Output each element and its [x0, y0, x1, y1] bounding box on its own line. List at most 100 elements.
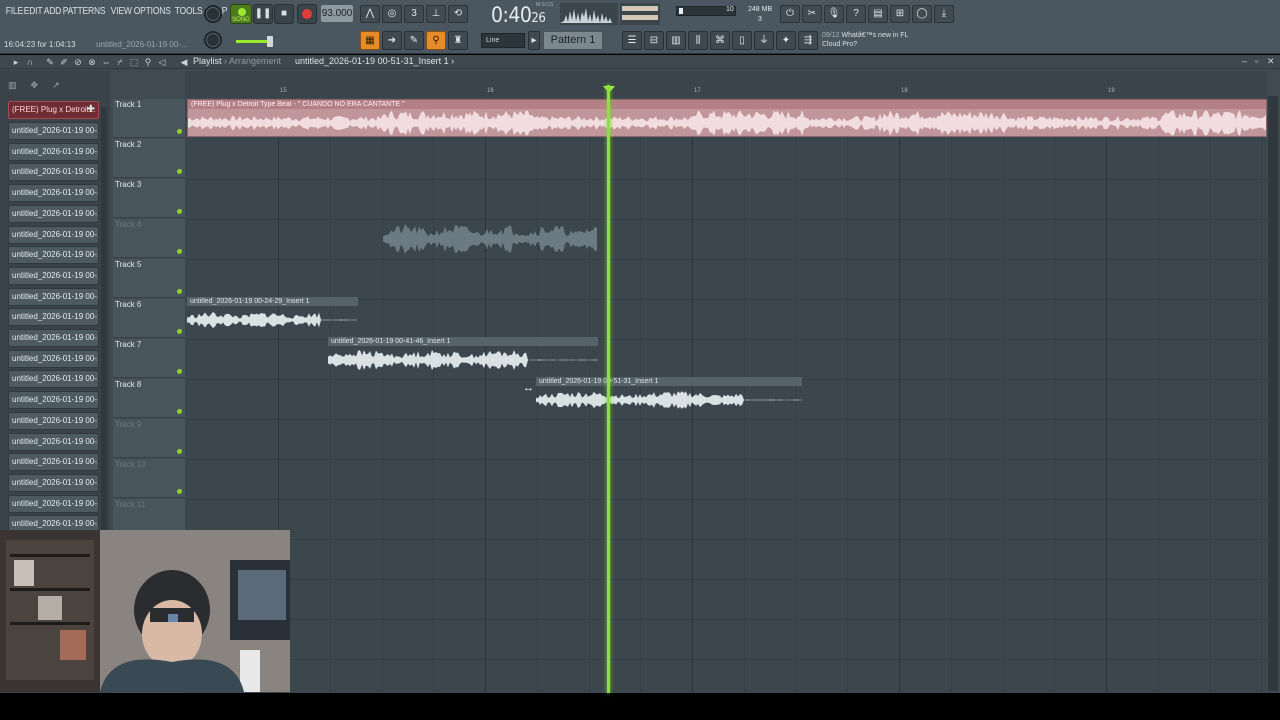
tempo-display[interactable]: 93.000	[321, 5, 353, 22]
track-mute-led[interactable]	[177, 169, 182, 174]
piano-roll-button[interactable]: ▥	[666, 31, 686, 50]
track-mute-led[interactable]	[177, 409, 182, 414]
playlist-scrollbar[interactable]	[1268, 96, 1278, 691]
patterns-tab-icon[interactable]: ▥	[8, 80, 17, 91]
slip-tool-icon[interactable]: ⇔	[100, 56, 112, 68]
stamp-button[interactable]: ♜	[448, 31, 468, 50]
picker-item[interactable]: untitled_2026-01-19 00-...	[8, 349, 99, 368]
automation-tab-icon[interactable]: ↗	[52, 80, 60, 91]
track-mute-led[interactable]	[177, 209, 182, 214]
draw-button[interactable]: ✎	[404, 31, 424, 50]
track-mute-led[interactable]	[177, 289, 182, 294]
plug-button[interactable]: ⏚	[754, 31, 774, 50]
channel-button[interactable]: ⌘	[710, 31, 730, 50]
audio-clip-track8[interactable]: untitled_2026-01-19 00-51-31_Insert 1	[536, 377, 802, 415]
playlist-toggle-button[interactable]: ▦	[360, 31, 380, 50]
playhead[interactable]	[607, 85, 610, 693]
slice-tool-icon[interactable]: ⌿	[114, 56, 126, 68]
mixer-view-button[interactable]: ⫼	[688, 31, 708, 50]
countdown-button[interactable]: 3	[404, 5, 424, 23]
track-mute-led[interactable]	[177, 449, 182, 454]
pattern-prev-button[interactable]: ▸	[528, 31, 540, 50]
arrow-button[interactable]: ➜	[382, 31, 402, 50]
maximize-icon[interactable]: ▫	[1255, 56, 1258, 66]
play-pause-button[interactable]: ❚❚	[253, 4, 273, 24]
pattern-picker-button[interactable]: ⇶	[798, 31, 818, 50]
track-header[interactable]: Track 4	[113, 219, 185, 258]
stop-button[interactable]: ■	[274, 4, 294, 24]
current-clip-name[interactable]: untitled_2026-01-19 00-51-31_Insert 1 ›	[295, 56, 454, 66]
mute-tool-icon[interactable]: ⊗	[86, 56, 98, 68]
track-header[interactable]: Track 6	[113, 299, 185, 338]
plugin-button[interactable]: ▯	[732, 31, 752, 50]
browser-button[interactable]: ☰	[622, 31, 642, 50]
picker-item[interactable]: untitled_2026-01-19 00-...	[8, 225, 99, 244]
record-button[interactable]	[297, 4, 317, 24]
menu-tools[interactable]: TOOLS	[173, 6, 204, 17]
download-button[interactable]: ⤓	[934, 5, 954, 23]
playlist-grid[interactable]: (FREE) Plug x Detroit Type Beat - " CUAN…	[185, 99, 1267, 693]
picker-item[interactable]: untitled_2026-01-19 00-...	[8, 453, 99, 472]
picker-item[interactable]: untitled_2026-01-19 00-...	[8, 473, 99, 492]
help-button[interactable]: ?	[846, 5, 866, 23]
picker-item[interactable]: untitled_2026-01-19 00-...	[8, 246, 99, 265]
track-header[interactable]: Track 8	[113, 379, 185, 418]
picker-item[interactable]: untitled_2026-01-19 00-...	[8, 142, 99, 161]
minimize-icon[interactable]: –	[1242, 56, 1247, 66]
picker-item[interactable]: untitled_2026-01-19 00-...	[8, 329, 99, 347]
step-edit-button[interactable]: ⊥	[426, 5, 446, 23]
menu-view[interactable]: VIEW	[109, 6, 133, 17]
snap-select[interactable]: Line	[481, 33, 525, 48]
pencil-tool-icon[interactable]: ✎	[44, 56, 56, 68]
loop-record-button[interactable]: ⟲	[448, 5, 468, 23]
track-header[interactable]: Track 10	[113, 459, 185, 498]
zoom-tool-icon[interactable]: ⚲	[142, 56, 154, 68]
master-pitch-knob[interactable]	[204, 31, 222, 49]
picker-item[interactable]: untitled_2026-01-19 00-...	[8, 122, 99, 140]
delete-tool-icon[interactable]: ⊘	[72, 56, 84, 68]
mixer-button[interactable]: ⊞	[890, 5, 910, 23]
tools-button[interactable]: ✦	[776, 31, 796, 50]
playback-tool-icon[interactable]: ◁	[156, 56, 168, 68]
track-header[interactable]: Track 7	[113, 339, 185, 378]
chat-button[interactable]: ◯	[912, 5, 932, 23]
play-cursor-icon[interactable]: ◀	[178, 56, 190, 68]
add-icon[interactable]: ✚	[87, 102, 95, 118]
track-mute-led[interactable]	[177, 489, 182, 494]
brush-tool-icon[interactable]: ✐	[58, 56, 70, 68]
master-volume-slider[interactable]	[236, 36, 273, 47]
channel-rack-button[interactable]: ⊟	[644, 31, 664, 50]
magnet-icon[interactable]: ∩	[24, 56, 36, 68]
metronome-button[interactable]: ⋀	[360, 5, 380, 23]
close-icon[interactable]: ✕	[1267, 56, 1275, 67]
menu-arrow-icon[interactable]: ▸	[10, 56, 22, 68]
save-button[interactable]: ▤	[868, 5, 888, 23]
picker-item[interactable]: untitled_2026-01-19 00-...	[8, 266, 99, 285]
audio-tab-icon[interactable]: ✥	[31, 80, 39, 91]
picker-item[interactable]: untitled_2026-01-19 00-...	[8, 204, 99, 223]
undo-history-button[interactable]: ⏻	[780, 5, 800, 23]
timeline-ruler[interactable]: 15 16 17 18 19	[185, 71, 1267, 98]
picker-item-selected[interactable]: (FREE) Plug x Detroit... ✚	[8, 101, 99, 119]
picker-item[interactable]: untitled_2026-01-19 00-...	[8, 308, 99, 327]
track-header[interactable]: Track 3	[113, 179, 185, 218]
mic-button[interactable]: 🎙	[824, 5, 844, 23]
track-mute-led[interactable]	[177, 129, 182, 134]
picker-item[interactable]: untitled_2026-01-19 00-...	[8, 494, 99, 513]
track-mute-led[interactable]	[177, 369, 182, 374]
master-volume-knob[interactable]	[204, 5, 222, 23]
track-header[interactable]: Track 5	[113, 259, 185, 298]
select-tool-icon[interactable]: ⬚	[128, 56, 140, 68]
ghost-clip-waveform[interactable]	[383, 219, 597, 259]
track-header[interactable]: Track 2	[113, 139, 185, 178]
track-mute-led[interactable]	[177, 249, 182, 254]
picker-item[interactable]: untitled_2026-01-19 00-...	[8, 391, 99, 410]
picker-item[interactable]: untitled_2026-01-19 00-...	[8, 370, 99, 389]
track-mute-led[interactable]	[177, 329, 182, 334]
wait-input-button[interactable]: ◎	[382, 5, 402, 23]
song-mode-button[interactable]: SONG	[230, 4, 252, 24]
news-panel[interactable]: 09/12 Whatâ€™s new in FL Cloud Pro?	[822, 31, 922, 49]
picker-item[interactable]: untitled_2026-01-19 00-...	[8, 184, 99, 203]
link-button[interactable]: ⚲	[426, 31, 446, 50]
audio-clip-track7[interactable]: untitled_2026-01-19 00-41-46_Insert 1	[328, 337, 598, 375]
